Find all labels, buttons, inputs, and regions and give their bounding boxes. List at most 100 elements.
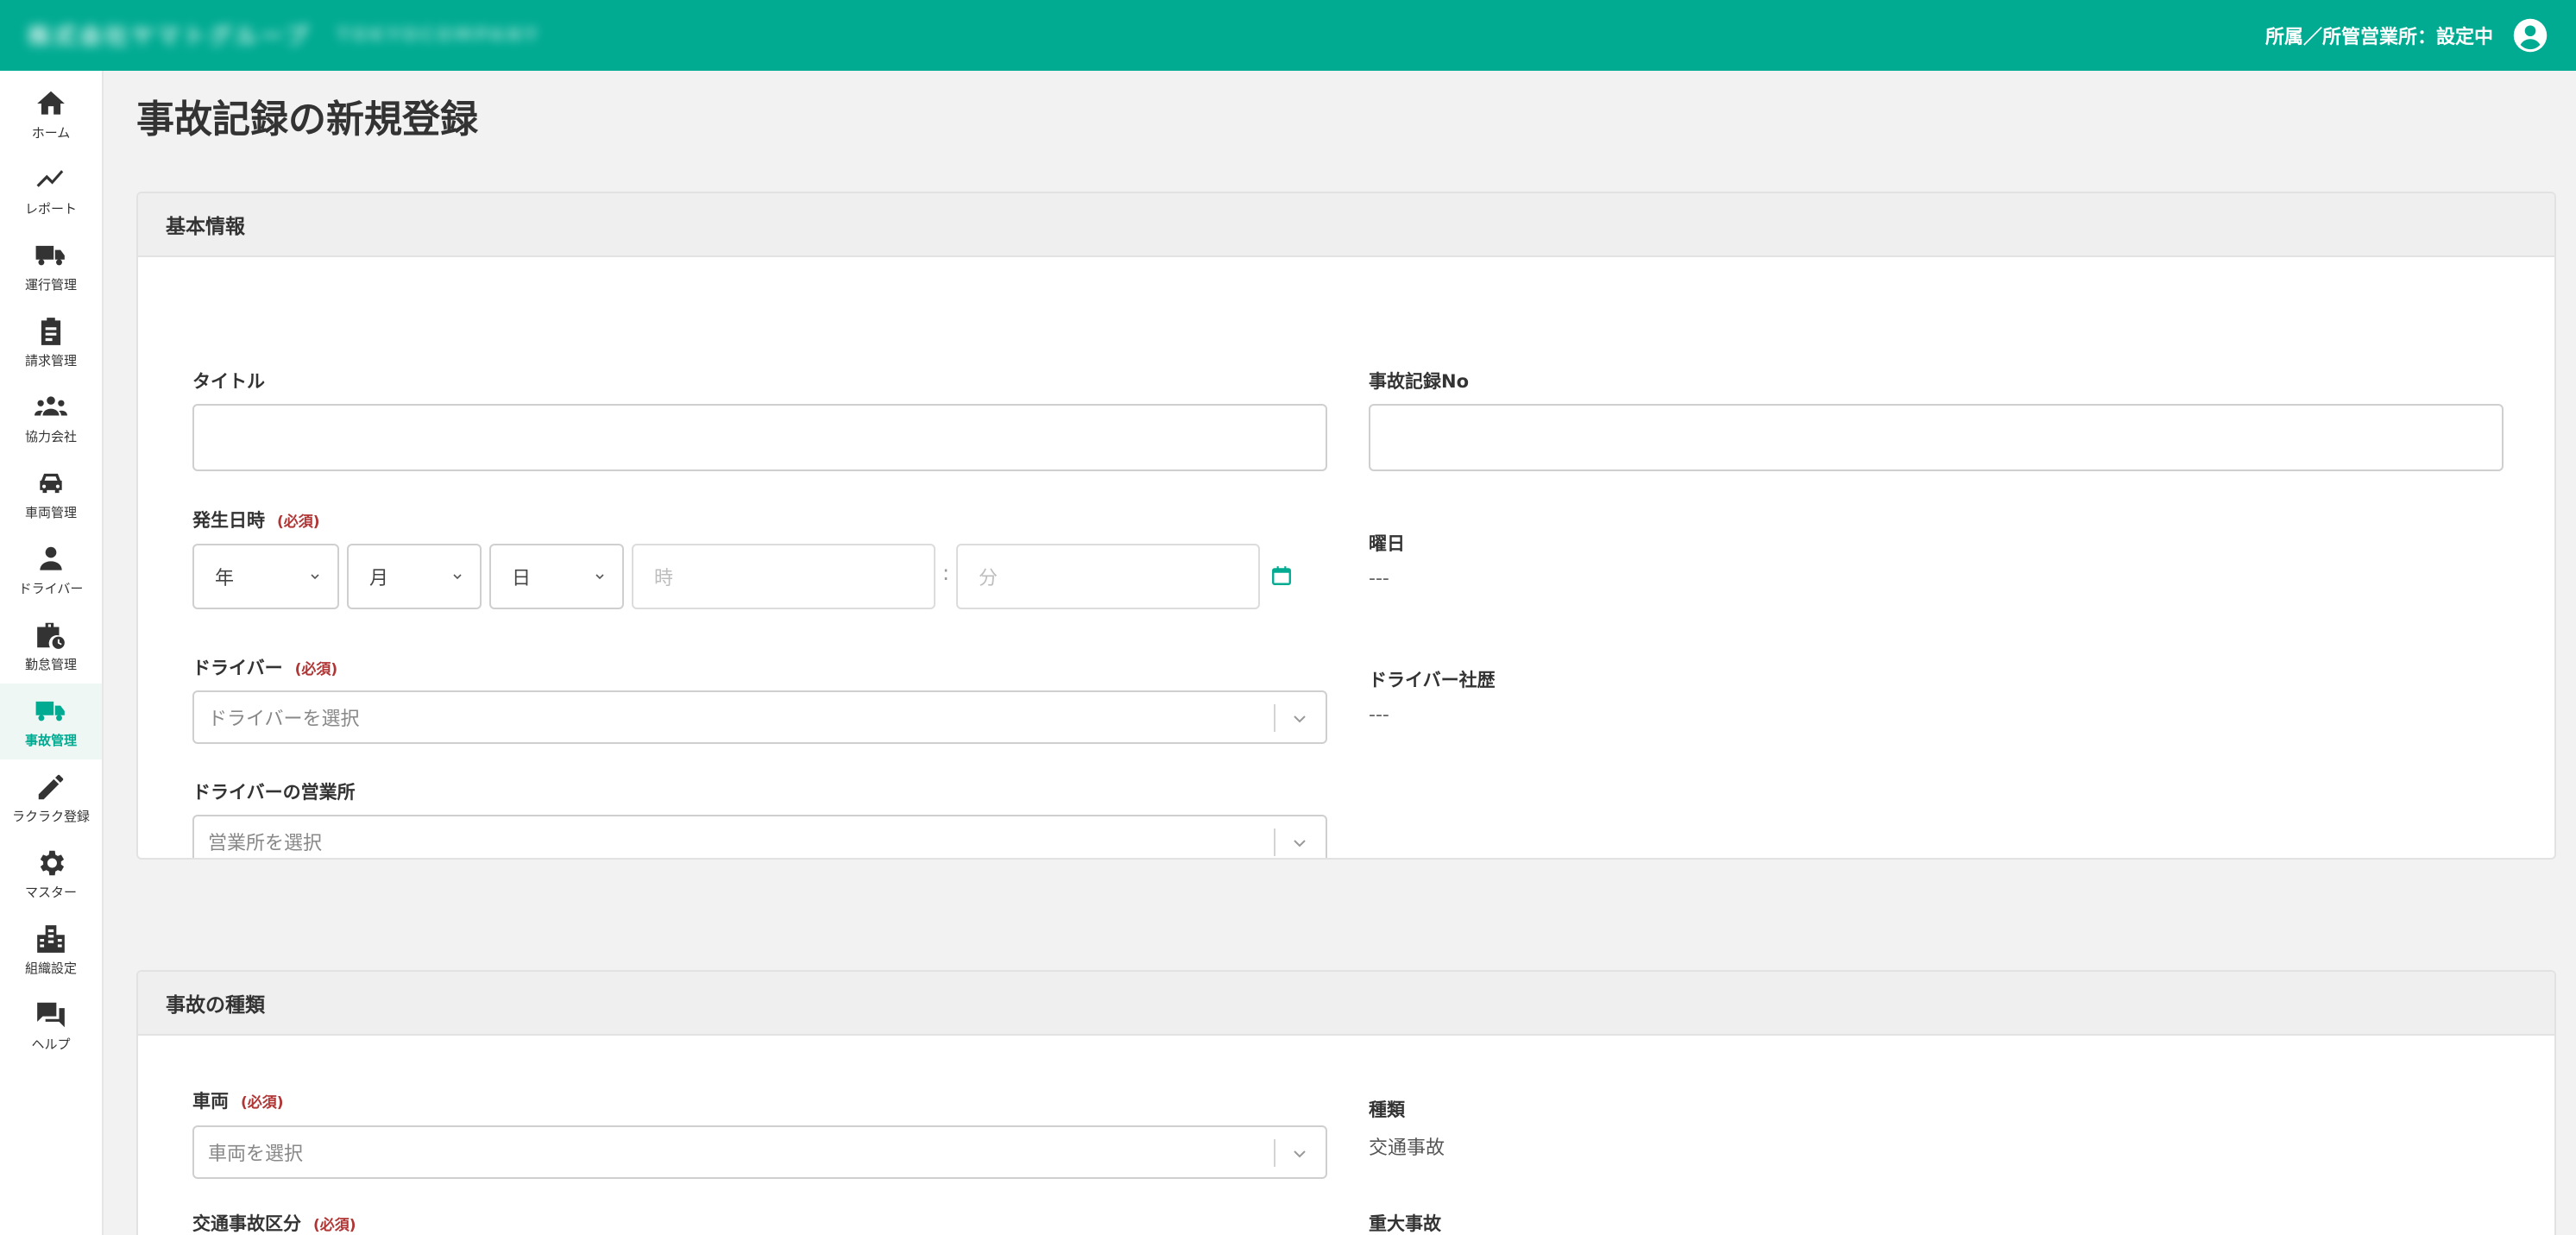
year-select-value: 年 [215, 568, 235, 589]
affiliation-text[interactable]: 所属／所管営業所：設定中 [2265, 22, 2493, 49]
sidebar-item-label: 協力会社 [24, 428, 77, 444]
minute-input[interactable]: 分 [956, 544, 1260, 609]
person-icon [40, 546, 62, 570]
brand-sub: TOKYOCOMPANY [337, 24, 541, 45]
sidebar-item-label: 組織設定 [24, 960, 77, 976]
driver-office-label: ドライバーの営業所 [192, 782, 356, 803]
car-icon [40, 473, 62, 493]
weekday-label: 曜日 [1369, 533, 1405, 554]
driver-label: ドライバー (必須) [192, 654, 337, 680]
sidebar-item-vehicles[interactable]: 車両管理 [0, 456, 102, 532]
hour-placeholder: 時 [654, 568, 674, 589]
sidebar-item-label: ヘルプ [31, 1036, 71, 1052]
card-heading: 事故の種類 [138, 972, 2554, 1036]
month-select[interactable]: 月 [347, 544, 482, 609]
clipboard-icon [41, 317, 61, 345]
kind-value: 交通事故 [1369, 1137, 1445, 1159]
sidebar-item-attendance[interactable]: 勤怠管理 [0, 608, 102, 684]
chevron-down-icon [1294, 715, 1306, 723]
sidebar-item-organization[interactable]: 組織設定 [0, 911, 102, 987]
sidebar-item-label: 車両管理 [24, 504, 77, 520]
driver-career-value: --- [1369, 704, 1389, 726]
page-title: 事故記録の新規登録 [136, 98, 478, 142]
sidebar-item-accidents[interactable]: 事故管理 [0, 684, 102, 759]
chevron-down-icon [453, 574, 462, 580]
driver-career-label: ドライバー社歴 [1369, 670, 1496, 690]
driver-select-placeholder: ドライバーを選択 [208, 709, 360, 730]
minute-placeholder: 分 [979, 568, 998, 589]
sidebar-item-label: マスター [24, 884, 77, 900]
top-header-bar: 株式会社ヤマトグループ TOKYOCOMPANY 所属／所管営業所：設定中 [0, 0, 2576, 71]
sidebar-item-label: 勤怠管理 [24, 656, 77, 672]
sidebar-item-operation[interactable]: 運行管理 [0, 228, 102, 304]
kind-label: 種類 [1369, 1100, 1405, 1120]
driver-select[interactable]: ドライバーを選択 [192, 690, 1327, 744]
briefcase-clock-icon [37, 622, 65, 649]
chevron-down-icon [1294, 840, 1306, 847]
required-mark: (必須) [313, 1217, 356, 1234]
sidebar-item-home[interactable]: ホーム [0, 76, 102, 152]
home-icon [37, 91, 65, 115]
sidebar-item-label: ホーム [31, 124, 71, 141]
trend-chart-icon [36, 169, 64, 187]
pencil-icon [38, 774, 64, 799]
driver-label-text: ドライバー [192, 658, 283, 678]
building-icon [37, 924, 65, 953]
sidebar-item-billing[interactable]: 請求管理 [0, 304, 102, 380]
chevron-down-icon [595, 574, 604, 580]
select-separator [1274, 1139, 1275, 1167]
month-select-value: 月 [369, 568, 389, 589]
brand-logo[interactable]: 株式会社ヤマトグループ TOKYOCOMPANY [28, 19, 540, 50]
datetime-label: 発生日時 (必須) [192, 507, 320, 532]
sidebar-item-partners[interactable]: 協力会社 [0, 380, 102, 456]
weekday-value: --- [1369, 568, 1389, 589]
hour-input[interactable]: 時 [632, 544, 935, 609]
truck-icon [35, 245, 65, 265]
sidebar-item-report[interactable]: レポート [0, 152, 102, 228]
vehicle-label-text: 車両 [192, 1091, 229, 1112]
required-mark: (必須) [277, 514, 320, 531]
sidebar-item-label: ドライバー [18, 580, 84, 596]
vehicle-select[interactable]: 車両を選択 [192, 1125, 1327, 1179]
serious-label: 重大事故 [1369, 1213, 1441, 1234]
chat-icon [37, 1002, 65, 1027]
sidebar-item-help[interactable]: ヘルプ [0, 987, 102, 1063]
chevron-down-icon [311, 574, 319, 580]
select-separator [1274, 704, 1275, 732]
sidebar-item-drivers[interactable]: ドライバー [0, 532, 102, 608]
sidebar-item-label: ラクラク登録 [11, 808, 90, 824]
title-label: タイトル [192, 371, 265, 392]
office-select-placeholder: 営業所を選択 [208, 833, 323, 854]
category-label: 交通事故区分 (必須) [192, 1210, 356, 1235]
time-colon: : [942, 561, 950, 585]
datetime-label-text: 発生日時 [192, 510, 265, 531]
sidebar: ホーム レポート 運行管理 請求管理 協力会社 車両管理 ドライバー 勤怠管理 … [0, 71, 104, 1235]
record-no-input[interactable] [1369, 404, 2504, 471]
title-input[interactable] [192, 404, 1327, 471]
group-icon [35, 395, 67, 415]
day-select-value: 日 [512, 568, 532, 589]
vehicle-select-placeholder: 車両を選択 [208, 1144, 304, 1165]
brand-name: 株式会社ヤマトグループ [28, 23, 312, 50]
day-select[interactable]: 日 [489, 544, 624, 609]
truck-alert-icon [35, 701, 65, 721]
vehicle-label: 車両 (必須) [192, 1087, 284, 1113]
select-separator [1274, 829, 1275, 856]
office-select[interactable]: 営業所を選択 [192, 815, 1327, 858]
accident-type-card: 事故の種類 車両 (必須) 車両を選択 種類 交通事故 交通事故区分 (必須) 重大… [136, 970, 2556, 1235]
calendar-icon[interactable] [1270, 564, 1293, 587]
year-select[interactable]: 年 [192, 544, 339, 609]
sidebar-item-easy-register[interactable]: ラクラク登録 [0, 759, 102, 835]
required-mark: (必須) [294, 661, 338, 678]
user-circle-icon[interactable] [2512, 17, 2548, 54]
sidebar-item-label: 事故管理 [24, 732, 77, 748]
card-heading: 基本情報 [138, 193, 2554, 257]
gear-icon [40, 850, 65, 875]
sidebar-item-label: 請求管理 [24, 352, 77, 369]
required-mark: (必須) [241, 1094, 284, 1112]
basic-info-card: 基本情報 タイトル 事故記録No 発生日時 (必須) 年 月 日 時 : 分 曜… [136, 192, 2556, 860]
chevron-down-icon [1294, 1150, 1306, 1158]
sidebar-item-label: レポート [24, 200, 77, 217]
sidebar-item-master[interactable]: マスター [0, 835, 102, 911]
record-no-label: 事故記録No [1369, 371, 1470, 392]
